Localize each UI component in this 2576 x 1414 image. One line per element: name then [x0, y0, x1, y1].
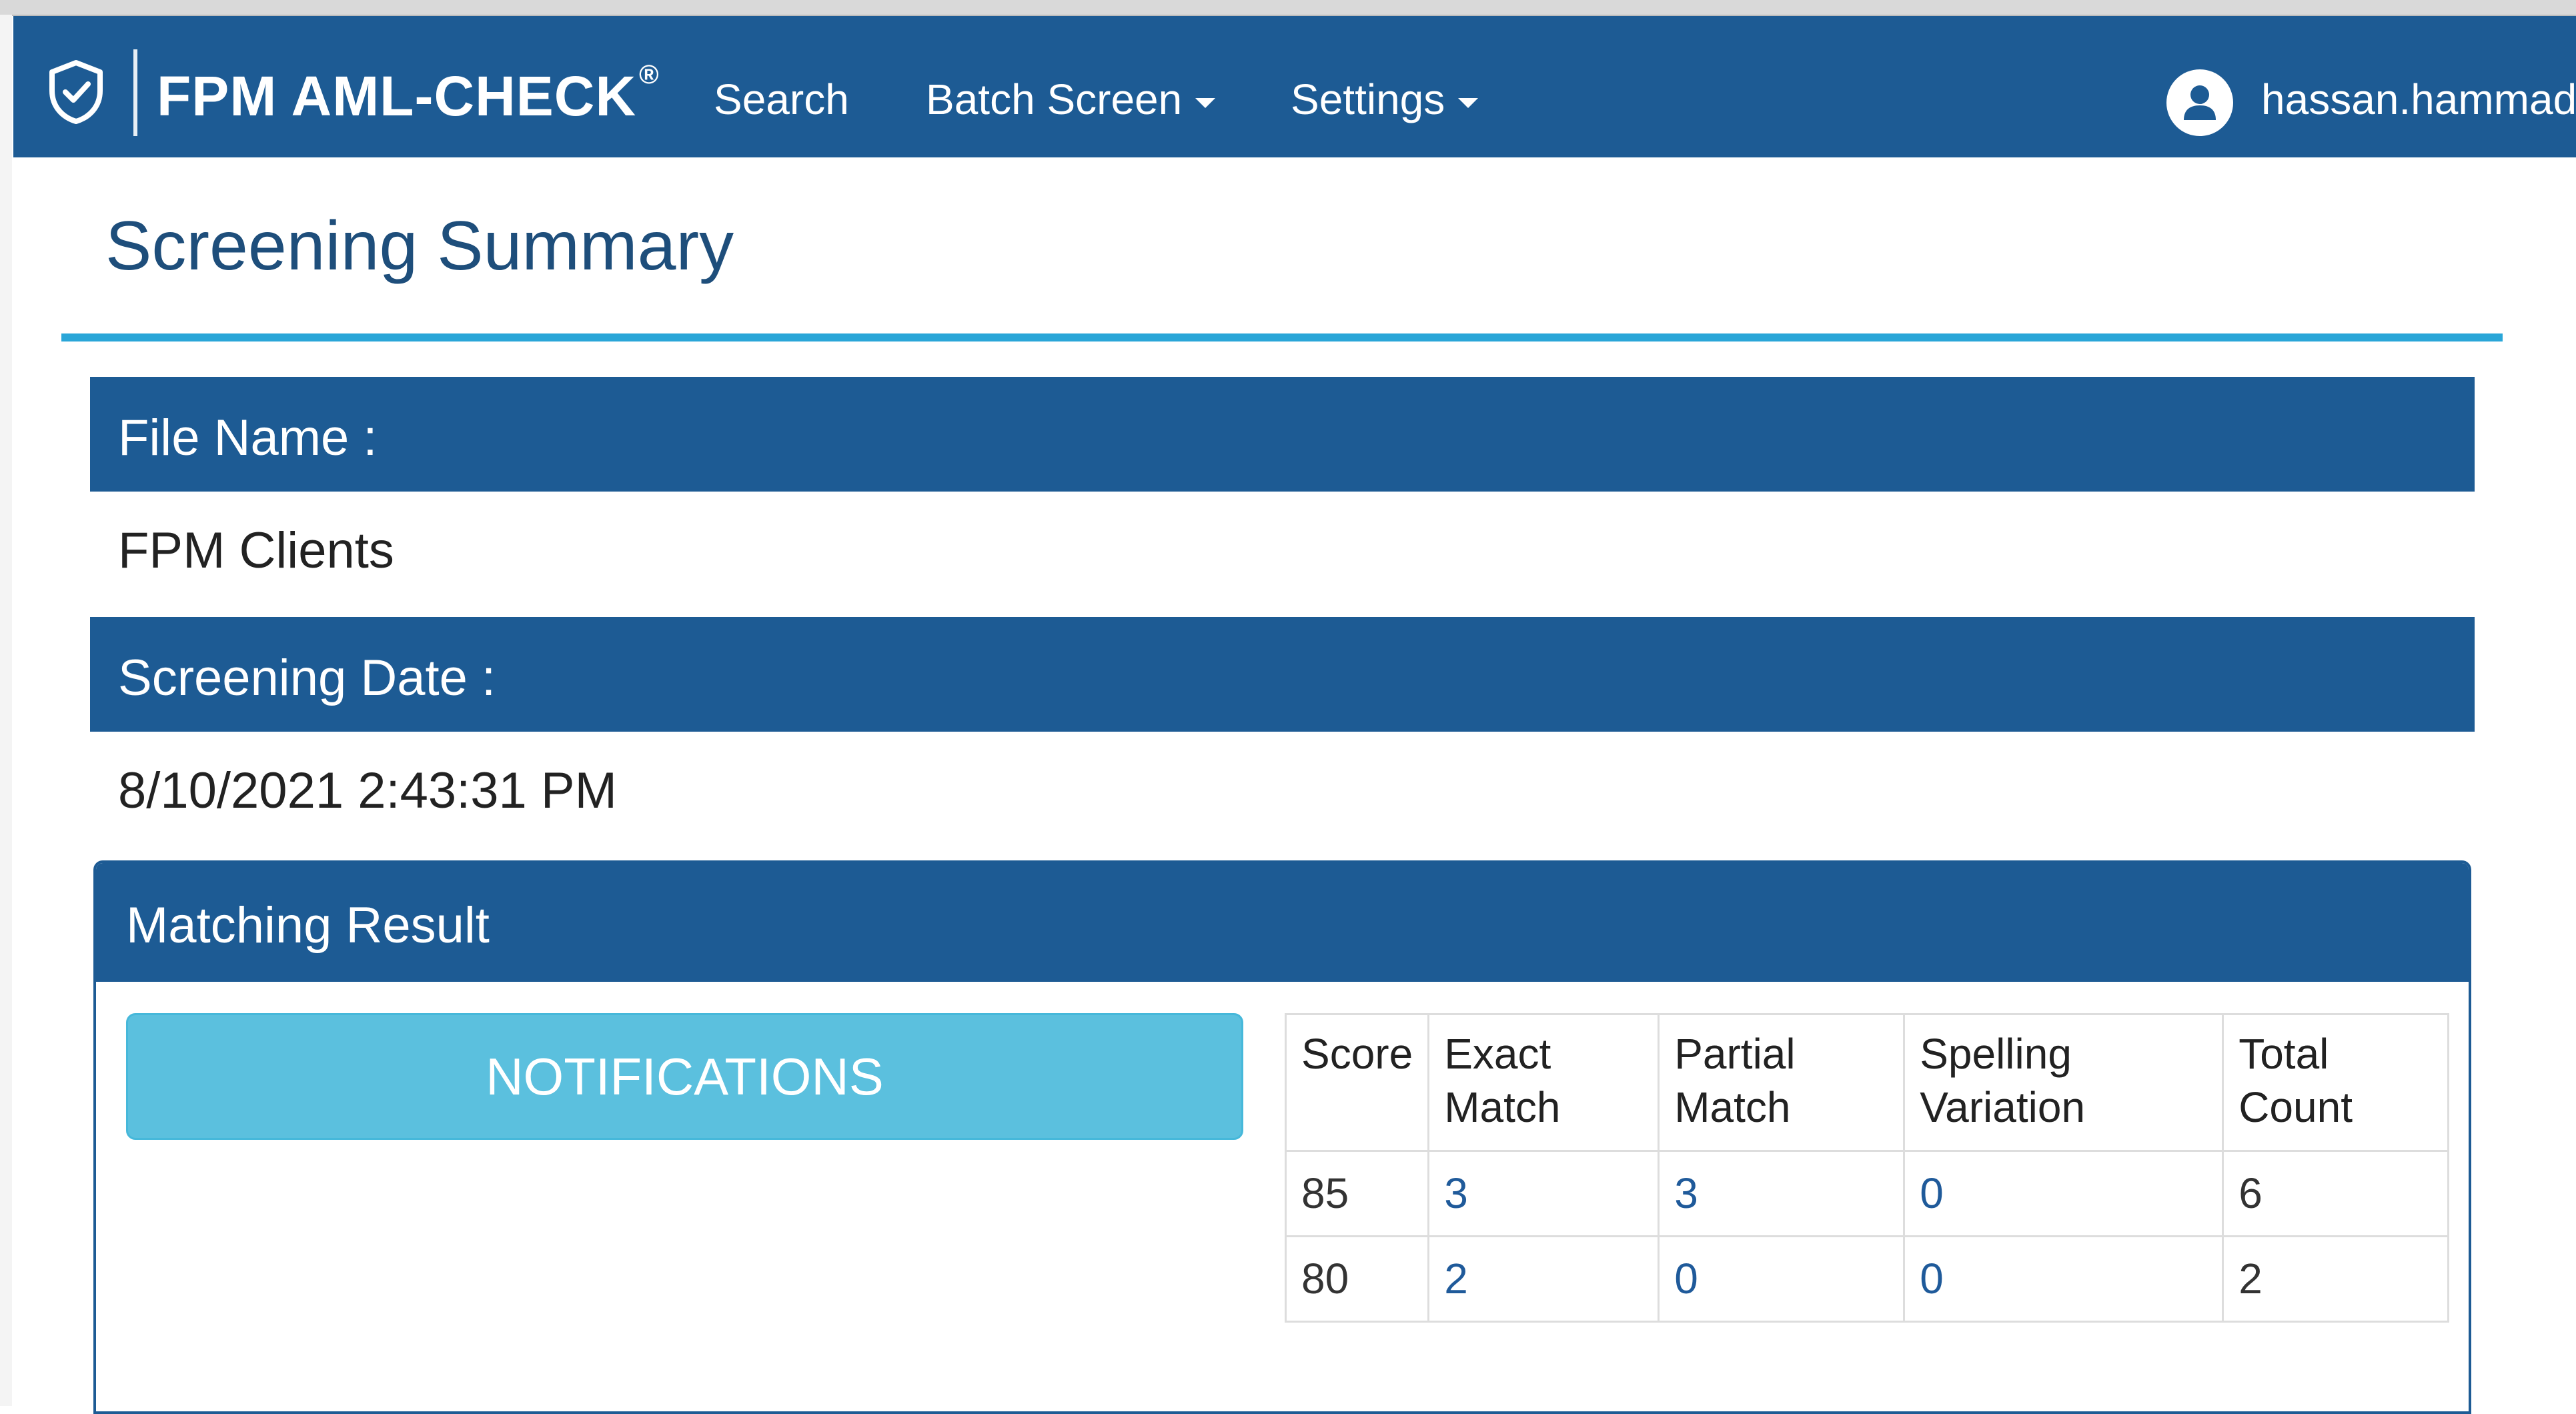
- user-icon[interactable]: [2166, 69, 2233, 136]
- user-name[interactable]: hassan.hammad: [2261, 75, 2576, 124]
- file-name-label: File Name :: [118, 410, 378, 466]
- file-name-header: File Name :: [90, 377, 2475, 492]
- cell-score: 80: [1284, 1235, 1430, 1323]
- nav-settings[interactable]: Settings: [1291, 75, 1479, 124]
- table-row: 80 2 0 0 2: [1284, 1235, 2450, 1323]
- cell-partial-match-link[interactable]: 3: [1658, 1150, 1906, 1237]
- nav-search[interactable]: Search: [714, 75, 849, 124]
- brand-logo[interactable]: FPM AML-CHECK ®: [157, 60, 660, 129]
- cell-exact-match-link[interactable]: 2: [1427, 1235, 1660, 1323]
- column-header-total-count: Total Count: [2222, 1013, 2450, 1152]
- cell-partial-match-link[interactable]: 0: [1658, 1235, 1906, 1323]
- notifications-button[interactable]: NOTIFICATIONS: [126, 1013, 1243, 1140]
- nav-batch-screen[interactable]: Batch Screen: [926, 75, 1216, 124]
- nav-search-label[interactable]: Search: [714, 75, 849, 123]
- matching-result-header: Matching Result: [96, 863, 2469, 982]
- registered-mark: ®: [639, 60, 660, 89]
- shield-check-icon[interactable]: [45, 59, 107, 125]
- cell-spelling-variation-link[interactable]: 0: [1903, 1150, 2224, 1237]
- table-header-row: Score Exact Match Partial Match Spelling…: [1284, 1013, 2450, 1152]
- user-avatar[interactable]: [2166, 69, 2233, 136]
- brand-divider: [133, 49, 137, 136]
- page-title: Screening Summary: [105, 207, 734, 285]
- screening-date-header: Screening Date :: [90, 617, 2475, 732]
- cell-total-count: 6: [2222, 1150, 2450, 1237]
- matching-result-table: Score Exact Match Partial Match Spelling…: [1284, 1013, 2450, 1323]
- file-name-value: FPM Clients: [118, 522, 394, 579]
- nav-settings-label[interactable]: Settings: [1291, 75, 1445, 123]
- column-header-exact-match: Exact Match: [1427, 1013, 1660, 1152]
- column-header-spelling-variation: Spelling Variation: [1903, 1013, 2224, 1152]
- cell-score: 85: [1284, 1150, 1430, 1237]
- screening-date-value: 8/10/2021 2:43:31 PM: [118, 762, 617, 819]
- navbar: FPM AML-CHECK ® Search Batch Screen Setti…: [13, 16, 2576, 157]
- caret-down-icon[interactable]: [1458, 97, 1479, 108]
- matching-result-title: Matching Result: [126, 897, 490, 954]
- screening-date-label: Screening Date :: [118, 650, 496, 706]
- cell-exact-match-link[interactable]: 3: [1427, 1150, 1660, 1237]
- brand-name[interactable]: FPM AML-CHECK: [157, 65, 636, 127]
- cell-total-count: 2: [2222, 1235, 2450, 1323]
- window-top-border: [0, 0, 2576, 16]
- column-header-partial-match: Partial Match: [1658, 1013, 1906, 1152]
- matching-result-panel: Matching Result NOTIFICATIONS Score Exac…: [93, 860, 2471, 1414]
- cell-spelling-variation-link[interactable]: 0: [1903, 1235, 2224, 1323]
- title-divider: [61, 333, 2503, 341]
- table-row: 85 3 3 0 6: [1284, 1150, 2450, 1237]
- caret-down-icon[interactable]: [1195, 97, 1216, 108]
- column-header-score: Score: [1284, 1013, 1430, 1152]
- nav-batch-screen-label[interactable]: Batch Screen: [926, 75, 1182, 123]
- window-left-border: [0, 15, 12, 1406]
